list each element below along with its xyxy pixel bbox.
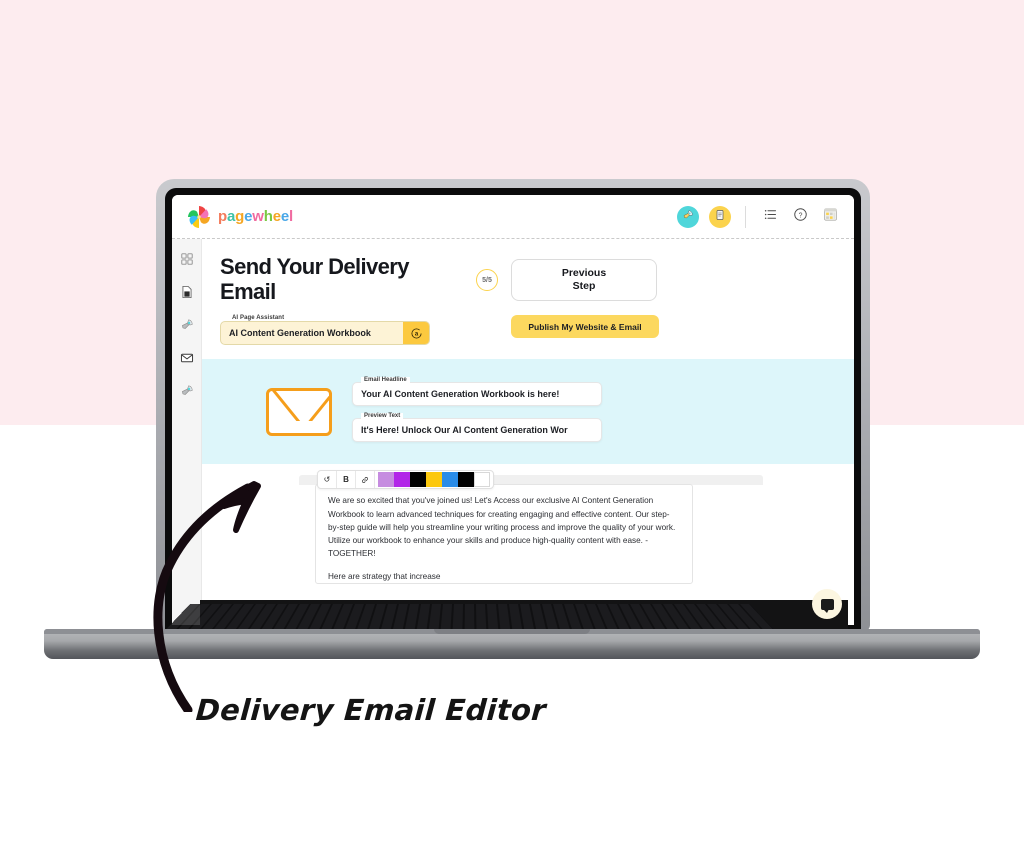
svg-text:?: ? <box>798 212 802 219</box>
sidebar-item-publish[interactable] <box>179 384 195 403</box>
brand-letter-7: e <box>280 208 289 225</box>
bold-button[interactable]: B <box>337 471 356 489</box>
screenshot-canvas: p a g e w h e e l ? Send Your Delivery E… <box>0 0 1024 853</box>
brand-logo[interactable]: p a g e w h e e l <box>172 204 293 230</box>
envelope-icon <box>266 387 332 436</box>
swatch-black[interactable] <box>410 472 426 488</box>
main-content: Send Your Delivery Email AI Page Assista… <box>202 239 854 625</box>
apps-button[interactable] <box>820 207 840 227</box>
preview-text-group: Preview Text It's Here! Unlock Our AI Co… <box>352 412 602 442</box>
grid-apps-icon <box>823 207 838 227</box>
email-body-paragraph-2: Here are strategy that increase <box>328 571 441 581</box>
laptop-base-notch <box>434 629 590 634</box>
sidebar-item-pages[interactable] <box>179 285 195 304</box>
ai-circle-a-icon: a <box>410 328 422 339</box>
document-button[interactable] <box>709 205 731 228</box>
brand-letter-0: p <box>218 208 227 225</box>
envelope-icon <box>180 351 194 370</box>
brand-letter-6: e <box>272 208 281 225</box>
ai-page-assistant: AI Page Assistant AI Content Generation … <box>220 315 430 346</box>
email-headline-group: Email Headline Your AI Content Generatio… <box>352 376 602 406</box>
document-icon <box>180 285 194 304</box>
brand-letter-2: g <box>235 208 245 225</box>
question-circle-icon: ? <box>793 207 808 227</box>
page-title: Send Your Delivery Email <box>220 254 410 304</box>
annotation-arrow <box>153 481 261 712</box>
step-badge: 5/5 <box>476 269 498 291</box>
grid-icon <box>180 252 194 271</box>
brand-letter-8: l <box>289 208 293 225</box>
chat-widget-button[interactable] <box>812 589 842 619</box>
document-icon <box>714 208 726 226</box>
ai-assistant-field[interactable]: AI Content Generation Workbook a <box>220 321 430 346</box>
swatch-white[interactable] <box>474 472 490 488</box>
sidebar-item-email[interactable] <box>179 352 195 368</box>
chat-bubble-icon <box>820 598 834 613</box>
brand-wordmark: p a g e w h e e l <box>218 208 293 225</box>
topbar-actions: ? <box>677 205 854 228</box>
previous-step-line-1: Previous <box>561 266 607 279</box>
page-header-left: Send Your Delivery Email AI Page Assista… <box>220 254 470 346</box>
swatch-blue[interactable] <box>442 472 458 488</box>
publish-button[interactable]: Publish My Website & Email <box>511 315 659 338</box>
email-fields-band: Email Headline Your AI Content Generatio… <box>202 359 854 465</box>
list-icon <box>763 207 778 227</box>
swatch-yellow[interactable] <box>426 472 442 488</box>
undo-button[interactable]: ↺ <box>318 471 337 489</box>
previous-step-line-2: Step <box>572 280 596 292</box>
brand-letter-1: a <box>226 208 236 225</box>
list-button[interactable] <box>760 207 780 227</box>
preview-text-input[interactable]: It's Here! Unlock Our AI Content Generat… <box>352 417 602 442</box>
rocket-icon <box>180 318 194 337</box>
toolbar-divider <box>745 205 746 228</box>
rocket-icon <box>682 208 694 226</box>
email-fields: Email Headline Your AI Content Generatio… <box>352 376 602 442</box>
sidebar-item-dashboard[interactable] <box>179 252 195 271</box>
pinwheel-icon <box>186 204 212 230</box>
brand-letter-5: h <box>263 208 273 225</box>
brand-letter-4: w <box>252 208 264 225</box>
email-headline-input[interactable]: Your AI Content Generation Workbook is h… <box>352 381 602 406</box>
help-button[interactable]: ? <box>790 207 810 227</box>
ai-assistant-value[interactable]: AI Content Generation Workbook <box>221 322 403 344</box>
swatch-light-purple[interactable] <box>378 472 394 488</box>
page-header-right: 5/5 Previous Step Publish My Website & E… <box>470 255 836 345</box>
rocket-button[interactable] <box>677 205 699 228</box>
step-row: 5/5 Previous Step <box>476 259 657 301</box>
editor-toolbar: ↺ B <box>317 470 494 490</box>
color-swatches <box>375 472 493 488</box>
email-body-text[interactable]: We are so excited that you've joined us!… <box>315 484 693 584</box>
svg-text:a: a <box>414 331 418 337</box>
sidebar-item-launch[interactable] <box>179 318 195 337</box>
page-header: Send Your Delivery Email AI Page Assista… <box>202 239 854 346</box>
email-body-paragraph-1: We are so excited that you've joined us!… <box>328 496 676 559</box>
app-topbar: p a g e w h e e l ? <box>172 195 854 239</box>
preview-text-legend: Preview Text <box>361 412 404 419</box>
email-headline-legend: Email Headline <box>361 376 410 383</box>
link-button[interactable] <box>356 471 375 489</box>
ai-assistant-button[interactable]: a <box>403 322 429 345</box>
rocket-icon <box>180 384 194 403</box>
previous-step-button[interactable]: Previous Step <box>511 259 657 301</box>
link-icon <box>362 476 368 483</box>
ai-assistant-legend: AI Page Assistant <box>229 315 288 322</box>
swatch-purple[interactable] <box>394 472 410 488</box>
swatch-black-2[interactable] <box>458 472 474 488</box>
